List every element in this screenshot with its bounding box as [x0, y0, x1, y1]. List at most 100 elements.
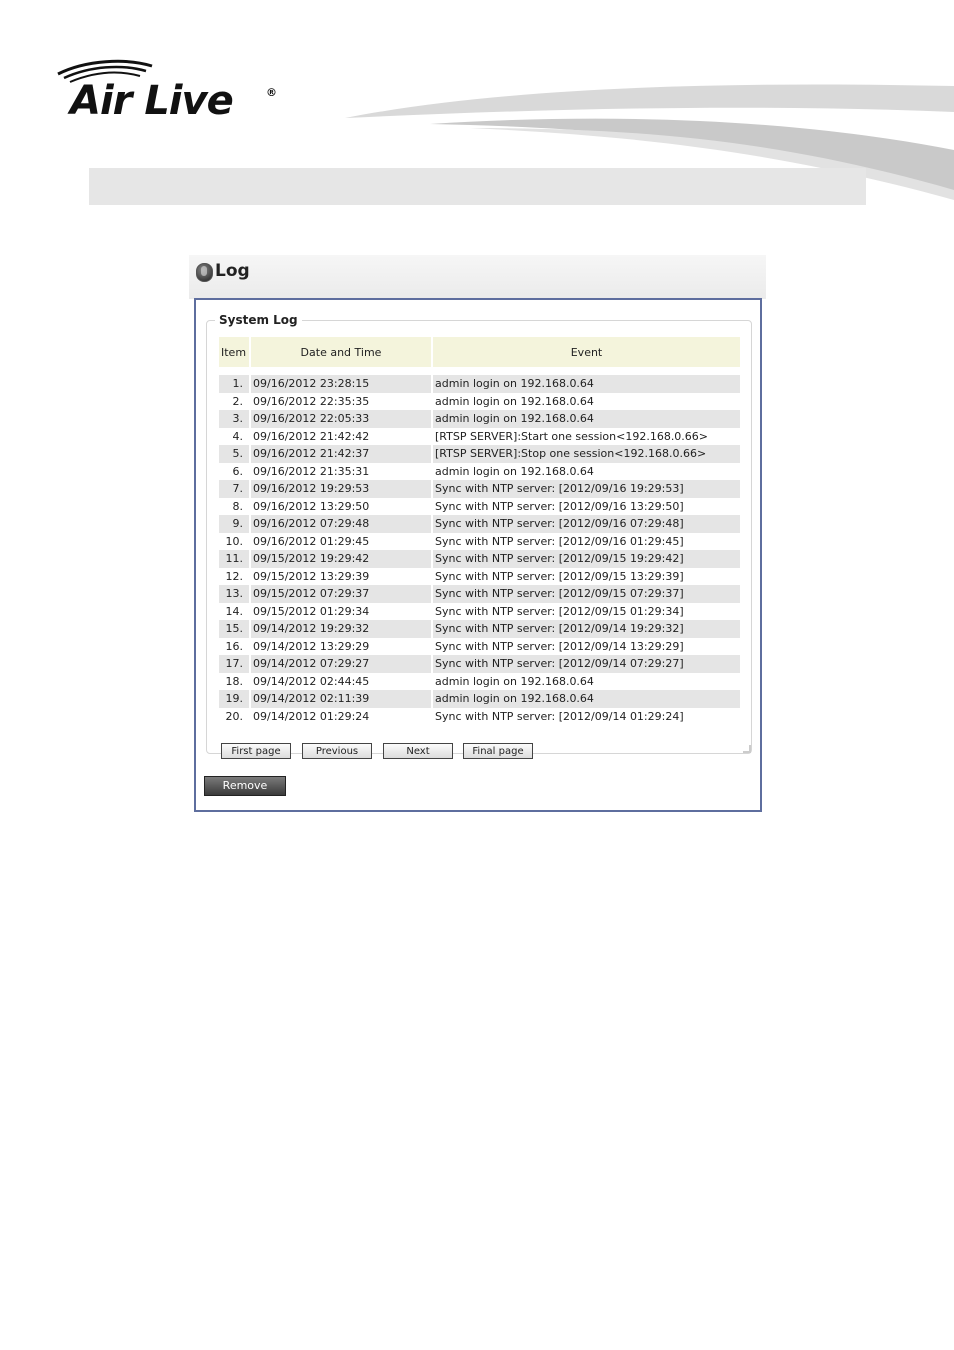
- item-cell: 5.: [219, 445, 249, 463]
- system-log-group: System Log Item Date and Time Event 1. 09…: [206, 313, 752, 759]
- column-header-event: Event: [433, 337, 740, 367]
- log-panel: System Log Item Date and Time Event 1. 09…: [194, 298, 762, 812]
- event-cell: Sync with NTP server: [2012/09/15 07:29:…: [433, 585, 740, 603]
- item-cell: 16.: [225, 639, 244, 653]
- event-cell: Sync with NTP server: [2012/09/15 19:29:…: [433, 550, 740, 568]
- datetime-cell: 09/16/2012 21:35:31: [253, 464, 370, 478]
- datetime-cell: 09/16/2012 22:35:35: [253, 394, 370, 408]
- table-row: 2. 09/16/2012 22:35:35 admin login on 192.…: [219, 393, 740, 411]
- event-cell: admin login on 192.168.0.64: [435, 674, 594, 688]
- next-page-button[interactable]: Next: [383, 743, 453, 759]
- table-row: 8. 09/16/2012 13:29:50 Sync with NTP serve…: [219, 498, 740, 516]
- table-row: 3. 09/16/2012 22:05:33 admin login on 192.…: [219, 410, 740, 428]
- datetime-cell: 09/16/2012 22:05:33: [251, 410, 431, 428]
- item-cell: 14.: [225, 604, 244, 618]
- table-row: 20. 09/14/2012 01:29:24 Sync with NTP serv…: [219, 708, 740, 726]
- item-cell: 3.: [219, 410, 249, 428]
- event-cell: admin login on 192.168.0.64: [435, 394, 594, 408]
- datetime-cell: 09/14/2012 19:29:32: [251, 620, 431, 638]
- item-cell: 19.: [219, 690, 249, 708]
- datetime-cell: 09/16/2012 13:29:50: [253, 499, 370, 513]
- datetime-cell: 09/14/2012 02:44:45: [253, 674, 370, 688]
- item-cell: 15.: [219, 620, 249, 638]
- system-log-title: System Log: [215, 313, 302, 327]
- datetime-cell: 09/16/2012 21:42:42: [253, 429, 370, 443]
- event-cell: admin login on 192.168.0.64: [435, 464, 594, 478]
- datetime-cell: 09/16/2012 21:42:37: [251, 445, 431, 463]
- datetime-cell: 09/15/2012 01:29:34: [253, 604, 370, 618]
- item-cell: 11.: [219, 550, 249, 568]
- datetime-cell: 09/16/2012 07:29:48: [251, 515, 431, 533]
- item-cell: 17.: [219, 655, 249, 673]
- registered-mark: ®: [266, 86, 277, 99]
- item-cell: 12.: [225, 569, 244, 583]
- datetime-cell: 09/16/2012 19:29:53: [251, 480, 431, 498]
- event-cell: Sync with NTP server: [2012/09/14 01:29:…: [435, 709, 684, 723]
- system-log-table: Item Date and Time Event 1. 09/16/2012 23…: [217, 337, 742, 725]
- airlive-logo: Air Live ®: [56, 58, 286, 128]
- table-row: 1. 09/16/2012 23:28:15 admin login on 192.…: [219, 375, 740, 393]
- table-row: 12. 09/15/2012 13:29:39 Sync with NTP serv…: [219, 568, 740, 586]
- logo-text: Air Live: [70, 78, 234, 124]
- table-row: 9. 09/16/2012 07:29:48 Sync with NTP serve…: [219, 515, 740, 533]
- event-cell: Sync with NTP server: [2012/09/16 07:29:…: [433, 515, 740, 533]
- table-row: 19. 09/14/2012 02:11:39 admin login on 192…: [219, 690, 740, 708]
- datetime-cell: 09/15/2012 19:29:42: [251, 550, 431, 568]
- item-cell: 4.: [232, 429, 244, 443]
- table-row: 11. 09/15/2012 19:29:42 Sync with NTP serv…: [219, 550, 740, 568]
- table-row: 14. 09/15/2012 01:29:34 Sync with NTP serv…: [219, 603, 740, 621]
- event-cell: Sync with NTP server: [2012/09/14 13:29:…: [435, 639, 684, 653]
- remove-button[interactable]: Remove: [204, 776, 286, 796]
- datetime-cell: 09/16/2012 23:28:15: [251, 375, 431, 393]
- datetime-cell: 09/14/2012 07:29:27: [251, 655, 431, 673]
- datetime-cell: 09/15/2012 13:29:39: [253, 569, 370, 583]
- resize-grip-icon[interactable]: [743, 745, 751, 753]
- table-spacer: [219, 367, 740, 375]
- event-cell: admin login on 192.168.0.64: [433, 690, 740, 708]
- event-cell: Sync with NTP server: [2012/09/16 19:29:…: [433, 480, 740, 498]
- table-row: 7. 09/16/2012 19:29:53 Sync with NTP serve…: [219, 480, 740, 498]
- table-row: 16. 09/14/2012 13:29:29 Sync with NTP serv…: [219, 638, 740, 656]
- datetime-cell: 09/14/2012 13:29:29: [253, 639, 370, 653]
- datetime-cell: 09/15/2012 07:29:37: [251, 585, 431, 603]
- table-header-row: Item Date and Time Event: [219, 337, 740, 367]
- log-icon: [196, 263, 213, 282]
- datetime-cell: 09/14/2012 01:29:24: [253, 709, 370, 723]
- column-header-item: Item: [219, 337, 249, 367]
- item-cell: 7.: [219, 480, 249, 498]
- page-title: Log: [215, 261, 250, 281]
- table-row: 18. 09/14/2012 02:44:45 admin login on 192…: [219, 673, 740, 691]
- item-cell: 18.: [225, 674, 244, 688]
- table-row: 13. 09/15/2012 07:29:37 Sync with NTP serv…: [219, 585, 740, 603]
- item-cell: 13.: [219, 585, 249, 603]
- item-cell: 6.: [232, 464, 244, 478]
- datetime-cell: 09/16/2012 01:29:45: [253, 534, 370, 548]
- table-row: 5. 09/16/2012 21:42:37 [RTSP SERVER]:Stop …: [219, 445, 740, 463]
- header-band: [89, 168, 866, 205]
- event-cell: Sync with NTP server: [2012/09/14 19:29:…: [433, 620, 740, 638]
- event-cell: Sync with NTP server: [2012/09/16 13:29:…: [435, 499, 684, 513]
- item-cell: 20.: [225, 709, 244, 723]
- event-cell: admin login on 192.168.0.64: [433, 410, 740, 428]
- event-cell: [RTSP SERVER]:Start one session<192.168.…: [435, 429, 709, 443]
- final-page-button[interactable]: Final page: [463, 743, 533, 759]
- datetime-cell: 09/14/2012 02:11:39: [251, 690, 431, 708]
- log-panel-header: Log: [189, 255, 766, 299]
- first-page-button[interactable]: First page: [221, 743, 291, 759]
- item-cell: 10.: [225, 534, 244, 548]
- column-header-datetime: Date and Time: [251, 337, 431, 367]
- table-row: 10. 09/16/2012 01:29:45 Sync with NTP serv…: [219, 533, 740, 551]
- table-row: 17. 09/14/2012 07:29:27 Sync with NTP serv…: [219, 655, 740, 673]
- previous-page-button[interactable]: Previous: [302, 743, 372, 759]
- event-cell: Sync with NTP server: [2012/09/16 01:29:…: [435, 534, 684, 548]
- table-row: 6. 09/16/2012 21:35:31 admin login on 192.…: [219, 463, 740, 481]
- item-cell: 2.: [232, 394, 244, 408]
- event-cell: Sync with NTP server: [2012/09/15 13:29:…: [435, 569, 684, 583]
- table-row: 4. 09/16/2012 21:42:42 [RTSP SERVER]:Start…: [219, 428, 740, 446]
- item-cell: 8.: [232, 499, 244, 513]
- table-row: 15. 09/14/2012 19:29:32 Sync with NTP serv…: [219, 620, 740, 638]
- item-cell: 9.: [219, 515, 249, 533]
- event-cell: [RTSP SERVER]:Stop one session<192.168.0…: [433, 445, 740, 463]
- event-cell: admin login on 192.168.0.64: [433, 375, 740, 393]
- log-rows: 1. 09/16/2012 23:28:15 admin login on 192.…: [219, 367, 740, 725]
